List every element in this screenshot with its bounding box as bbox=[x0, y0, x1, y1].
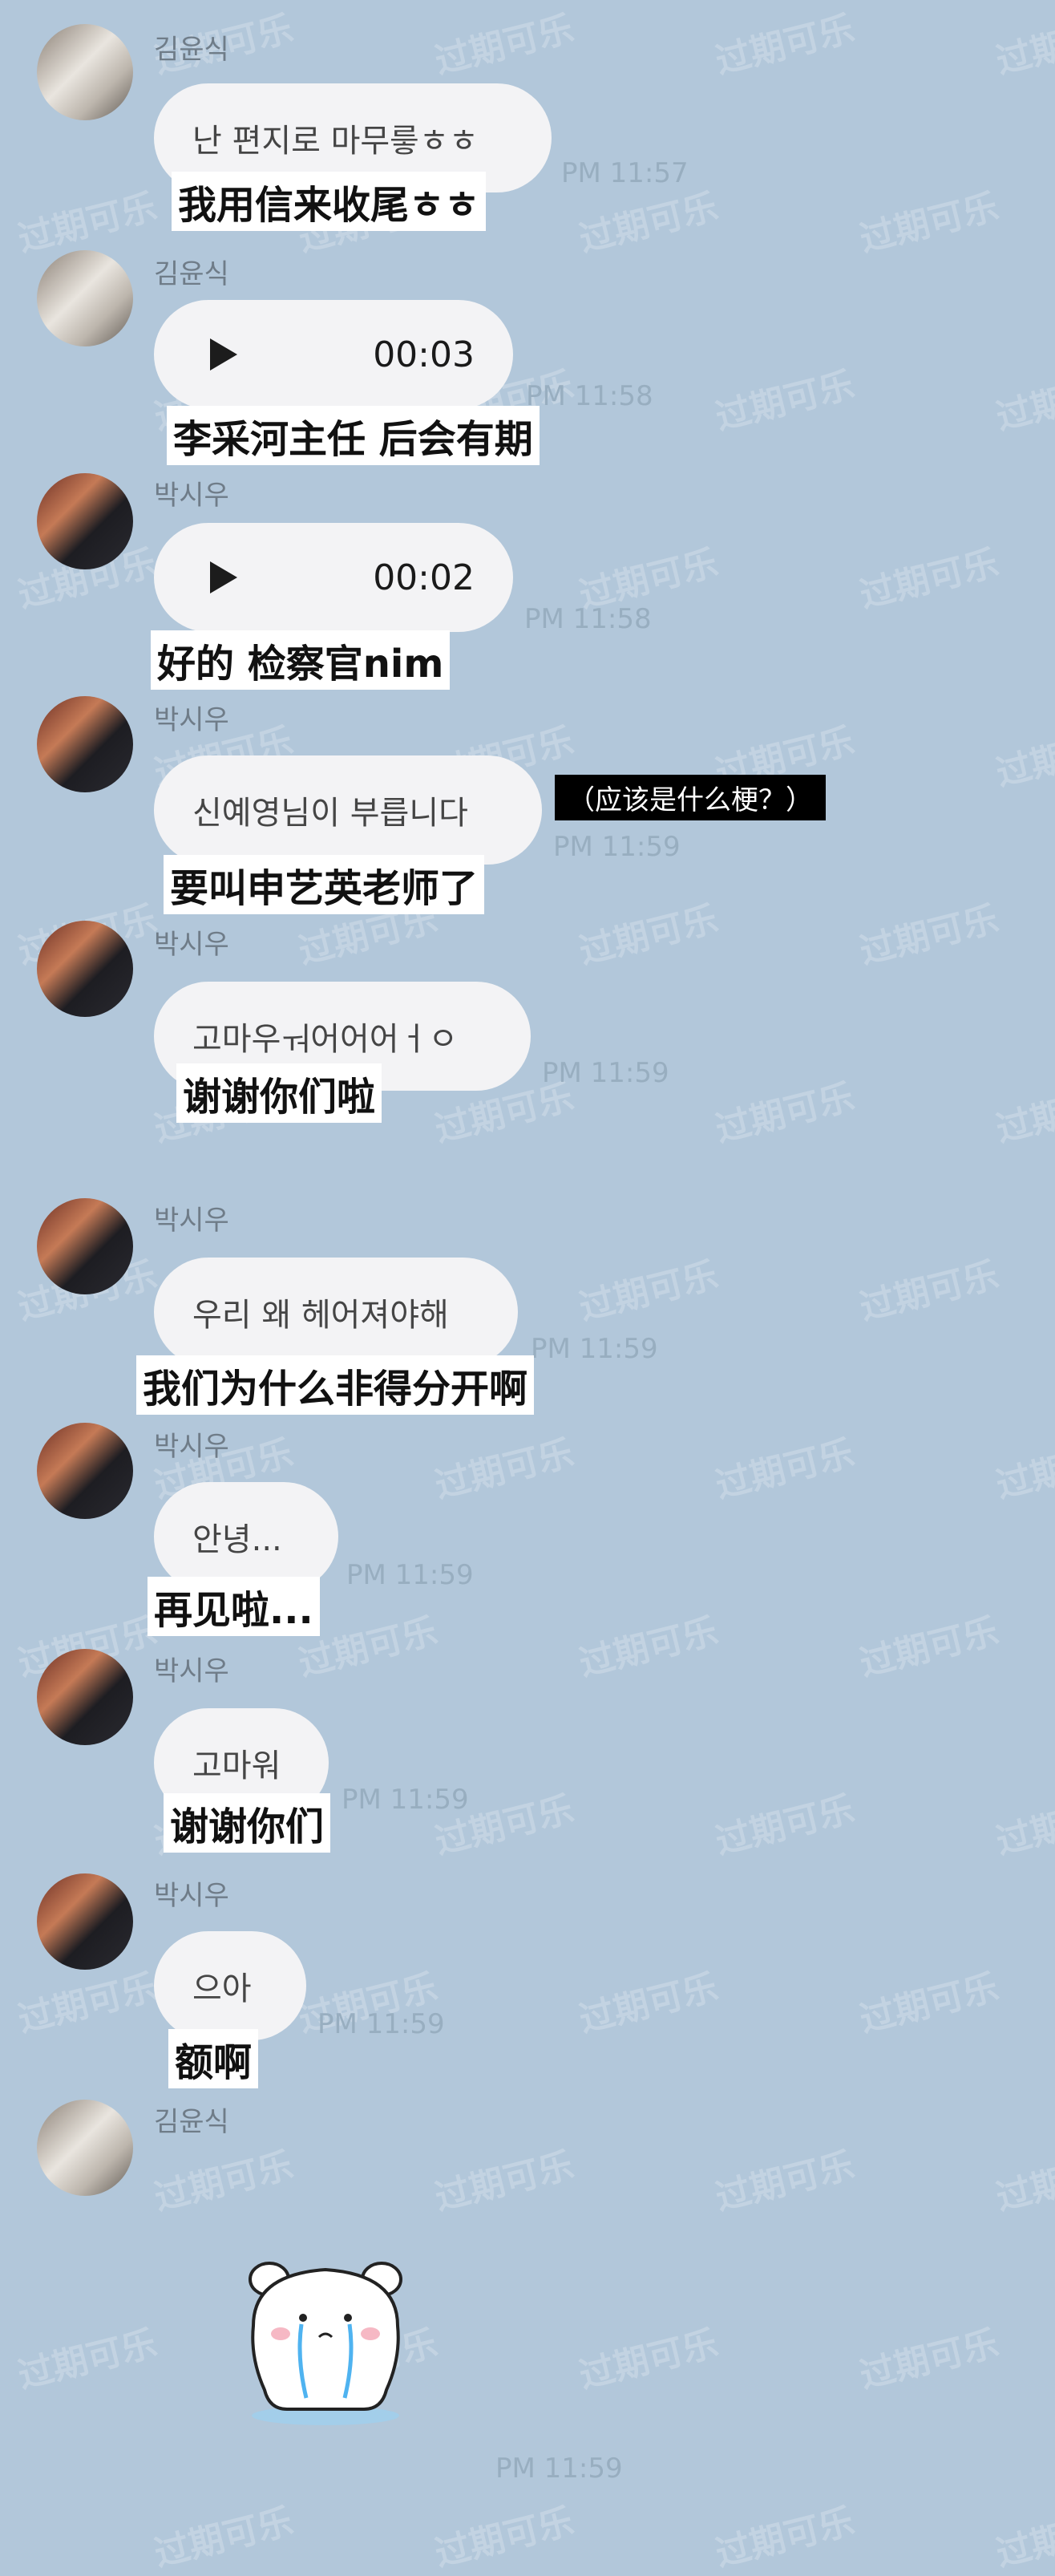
watermark-text: 过期可乐 bbox=[992, 1432, 1055, 1507]
message-time: PM 11:58 bbox=[524, 603, 652, 635]
subtitle: 谢谢你们 bbox=[164, 1793, 331, 1853]
watermark-text: 过期可乐 bbox=[575, 2323, 722, 2397]
message-bubble[interactable]: 안녕... bbox=[154, 1482, 338, 1591]
message-time: PM 11:58 bbox=[526, 380, 653, 412]
sender-name: 박시우 bbox=[154, 929, 229, 961]
watermark-text: 过期可乐 bbox=[575, 1610, 722, 1685]
sender-name: 박시우 bbox=[154, 704, 229, 736]
avatar[interactable] bbox=[37, 1423, 133, 1519]
sender-name: 김윤식 bbox=[154, 2106, 229, 2138]
watermark-text: 过期可乐 bbox=[992, 720, 1055, 795]
subtitle: 要叫申艺英老师了 bbox=[164, 855, 485, 914]
watermark-text: 过期可乐 bbox=[855, 186, 1003, 261]
subtitle: 再见啦... bbox=[148, 1577, 320, 1636]
message-time: PM 11:59 bbox=[342, 1784, 469, 1816]
sender-name: 김윤식 bbox=[154, 34, 229, 66]
message-time: PM 11:57 bbox=[561, 157, 689, 189]
watermark-text: 过期可乐 bbox=[575, 1254, 722, 1329]
voice-duration: 00:02 bbox=[373, 557, 475, 598]
watermark-text: 过期可乐 bbox=[150, 2145, 297, 2219]
message-bubble[interactable]: 으아 bbox=[154, 1931, 306, 2040]
watermark-text: 过期可乐 bbox=[150, 2501, 297, 2575]
watermark-text: 过期可乐 bbox=[14, 2323, 161, 2397]
message-time: PM 11:59 bbox=[553, 831, 681, 863]
watermark-text: 过期可乐 bbox=[855, 2323, 1003, 2397]
watermark-text: 过期可乐 bbox=[575, 1966, 722, 2041]
subtitle: 我们为什么非得分开啊 bbox=[136, 1355, 535, 1415]
message-bubble[interactable]: 우리 왜 헤어져야해 bbox=[154, 1258, 518, 1367]
subtitle: 额啊 bbox=[168, 2029, 259, 2088]
watermark-text: 过期可乐 bbox=[855, 1966, 1003, 2041]
avatar[interactable] bbox=[37, 2100, 133, 2196]
sender-name: 박시우 bbox=[154, 1431, 229, 1463]
subtitle: 我用信来收尾ㅎㅎ bbox=[172, 172, 487, 231]
avatar[interactable] bbox=[37, 1649, 133, 1745]
message-time: PM 11:59 bbox=[317, 2008, 445, 2040]
avatar[interactable] bbox=[37, 921, 133, 1017]
avatar[interactable] bbox=[37, 1873, 133, 1970]
voice-message-bubble[interactable]: 00:03 bbox=[154, 300, 513, 409]
play-icon[interactable] bbox=[210, 561, 237, 593]
message-time: PM 11:59 bbox=[346, 1559, 474, 1591]
subtitle: 谢谢你们啦 bbox=[176, 1063, 382, 1123]
watermark-text: 过期可乐 bbox=[430, 2501, 578, 2575]
message-time: PM 11:59 bbox=[495, 2452, 623, 2485]
watermark-text: 过期可乐 bbox=[430, 2145, 578, 2219]
watermark-text: 过期可乐 bbox=[855, 1254, 1003, 1329]
watermark-text: 过期可乐 bbox=[992, 1076, 1055, 1151]
subtitle: 好的 检察官nim bbox=[151, 630, 451, 690]
translator-note: （应该是什么梗？） bbox=[555, 775, 826, 820]
voice-duration: 00:03 bbox=[373, 334, 475, 375]
watermark-text: 过期可乐 bbox=[992, 2145, 1055, 2219]
watermark-text: 过期可乐 bbox=[711, 2501, 859, 2575]
watermark-text: 过期可乐 bbox=[14, 1966, 161, 2041]
avatar[interactable] bbox=[37, 473, 133, 569]
watermark-text: 过期可乐 bbox=[855, 542, 1003, 617]
sender-name: 김윤식 bbox=[154, 258, 229, 290]
watermark-text: 过期可乐 bbox=[575, 186, 722, 261]
crying-bear-sticker[interactable] bbox=[229, 2238, 422, 2430]
watermark-text: 过期可乐 bbox=[992, 2501, 1055, 2575]
watermark-text: 过期可乐 bbox=[992, 364, 1055, 439]
watermark-text: 过期可乐 bbox=[711, 8, 859, 83]
sender-name: 박시우 bbox=[154, 480, 229, 512]
message-bubble[interactable]: 신예영님이 부릅니다 bbox=[154, 755, 542, 865]
watermark-text: 过期可乐 bbox=[711, 364, 859, 439]
message-time: PM 11:59 bbox=[542, 1057, 669, 1089]
sender-name: 박시우 bbox=[154, 1880, 229, 1912]
watermark-text: 过期可乐 bbox=[855, 1610, 1003, 1685]
watermark-text: 过期可乐 bbox=[711, 1432, 859, 1507]
watermark-text: 过期可乐 bbox=[711, 1788, 859, 1863]
subtitle: 李采河主任 后会有期 bbox=[167, 406, 540, 465]
avatar[interactable] bbox=[37, 696, 133, 792]
watermark-text: 过期可乐 bbox=[575, 898, 722, 973]
avatar[interactable] bbox=[37, 1198, 133, 1294]
voice-message-bubble[interactable]: 00:02 bbox=[154, 523, 513, 632]
watermark-text: 过期可乐 bbox=[855, 898, 1003, 973]
watermark-text: 过期可乐 bbox=[992, 1788, 1055, 1863]
avatar[interactable] bbox=[37, 24, 133, 120]
sender-name: 박시우 bbox=[154, 1655, 229, 1687]
watermark-text: 过期可乐 bbox=[14, 186, 161, 261]
avatar[interactable] bbox=[37, 250, 133, 346]
play-icon[interactable] bbox=[210, 338, 237, 371]
watermark-text: 过期可乐 bbox=[992, 8, 1055, 83]
watermark-text: 过期可乐 bbox=[430, 8, 578, 83]
sender-name: 박시우 bbox=[154, 1205, 229, 1237]
watermark-text: 过期可乐 bbox=[711, 2145, 859, 2219]
message-time: PM 11:59 bbox=[531, 1333, 658, 1365]
watermark-text: 过期可乐 bbox=[430, 1432, 578, 1507]
watermark-text: 过期可乐 bbox=[711, 1076, 859, 1151]
